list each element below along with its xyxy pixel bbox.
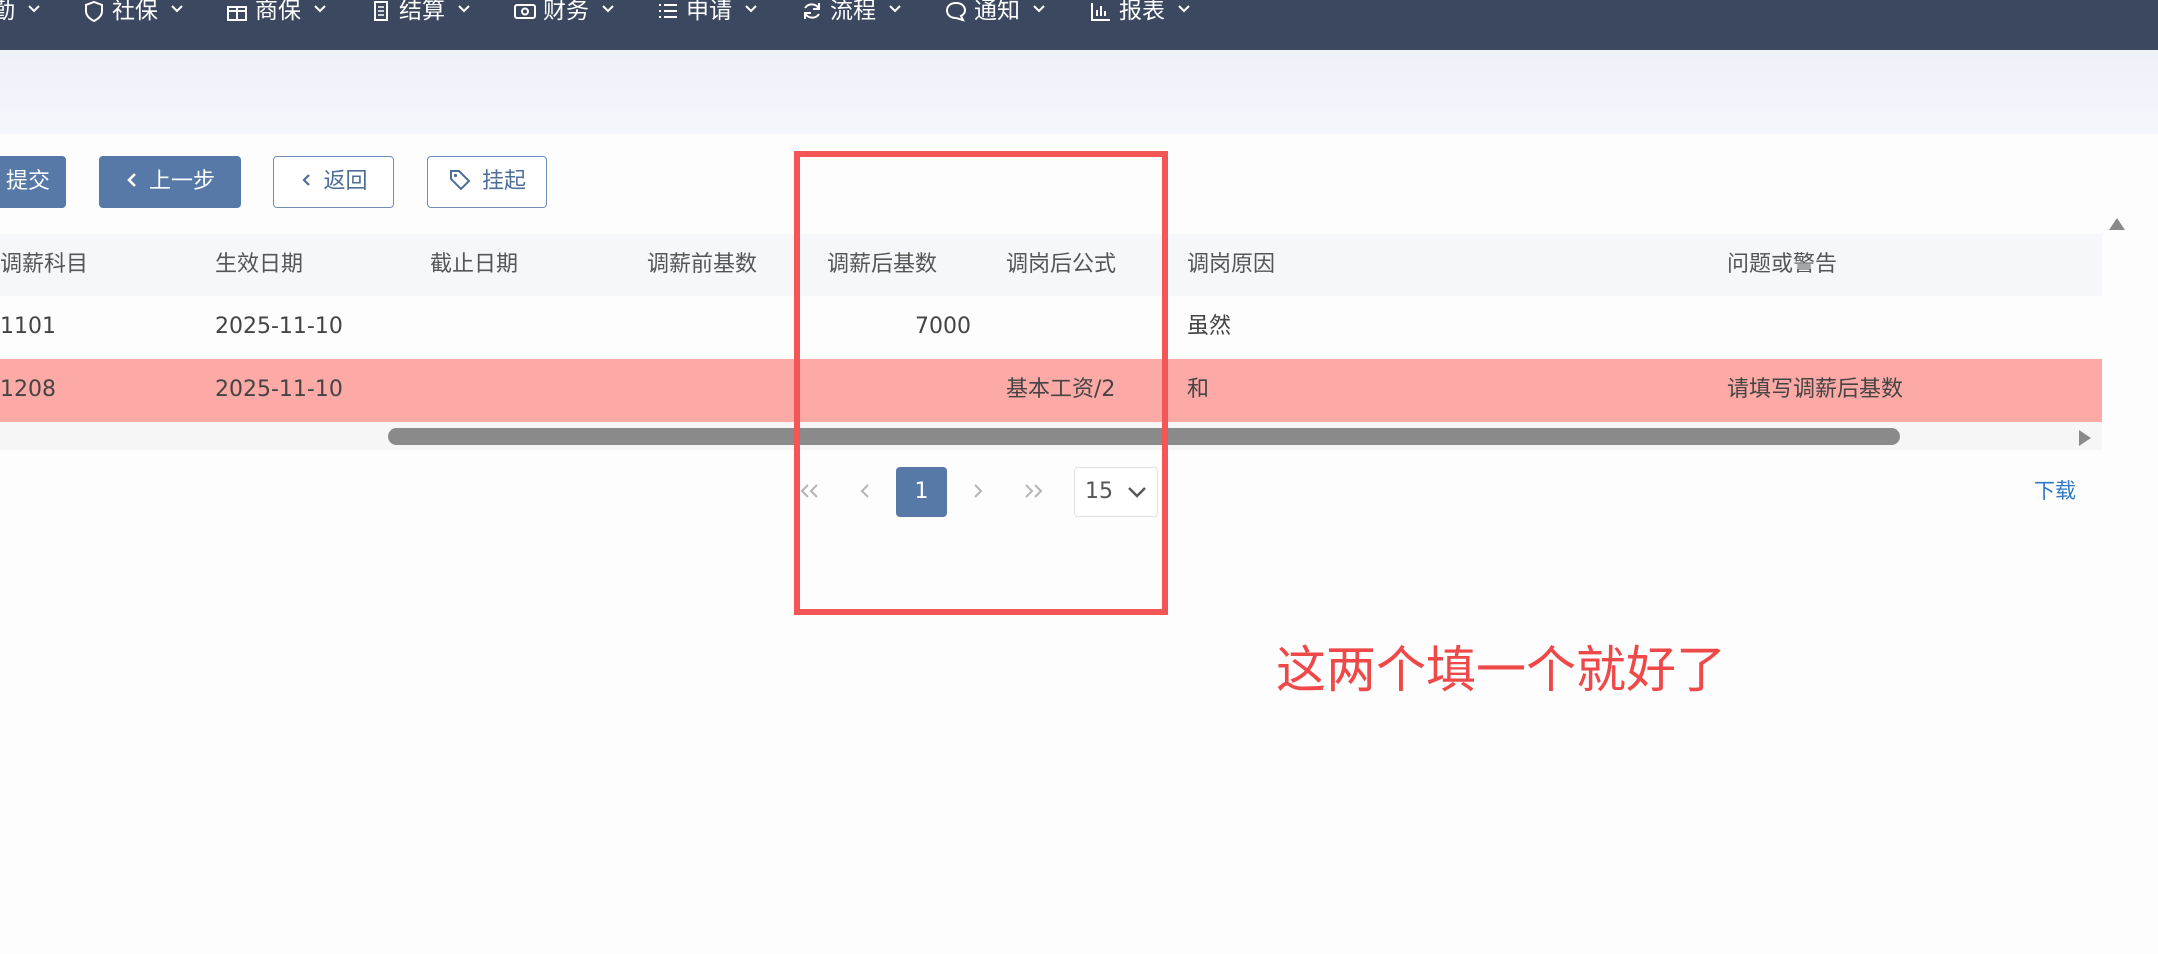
nav-item-finance[interactable]: 财务 xyxy=(513,0,615,24)
column-header-subject[interactable]: 调薪科目 xyxy=(0,234,88,296)
column-header-base-before[interactable]: 调薪前基数 xyxy=(647,234,757,296)
nav-item-label: 商保 xyxy=(255,0,301,24)
column-header-effective-date[interactable]: 生效日期 xyxy=(215,234,303,296)
nav-item-application[interactable]: 申请 xyxy=(656,0,758,24)
chevron-down-icon xyxy=(28,5,40,13)
nav-item-label: 申请 xyxy=(686,0,732,24)
shield-icon xyxy=(85,0,103,22)
nav-item-label: 勤 xyxy=(0,0,15,24)
nav-item-notification[interactable]: 通知 xyxy=(944,0,1046,24)
page-header-band xyxy=(0,50,2158,134)
refresh-icon xyxy=(804,3,820,19)
chevron-down-icon xyxy=(458,5,470,13)
nav-item-commercial-insurance[interactable]: 商保 xyxy=(225,0,327,24)
cell-subject: 1101 xyxy=(0,314,56,339)
column-header-reason[interactable]: 调岗原因 xyxy=(1187,234,1275,296)
cell-subject: 1208 xyxy=(0,377,56,402)
scroll-up-arrow-icon[interactable] xyxy=(2107,216,2127,232)
submit-button-label: 提交 xyxy=(5,169,50,194)
chevron-left-icon xyxy=(302,174,311,186)
annotation-note: 这两个填一个就好了 xyxy=(1276,641,1726,699)
cell-effective-date: 2025-11-10 xyxy=(215,314,343,339)
chevron-down-icon xyxy=(745,5,757,13)
document-icon xyxy=(374,1,388,21)
nav-item-label: 社保 xyxy=(112,0,158,24)
cell-reason: 虽然 xyxy=(1187,314,1232,339)
nav-item-social-security[interactable]: 社保 xyxy=(82,0,184,24)
nav-item-workflow[interactable]: 流程 xyxy=(800,0,902,24)
money-icon xyxy=(514,4,536,19)
nav-item-label: 财务 xyxy=(543,0,589,24)
chat-icon xyxy=(945,1,967,22)
annotation-highlight-box xyxy=(794,151,1168,615)
cell-effective-date: 2025-11-10 xyxy=(215,377,343,402)
prev-step-button[interactable]: 上一步 xyxy=(99,156,241,208)
nav-item-reports[interactable]: 报表 xyxy=(1089,0,1191,24)
chevron-down-icon xyxy=(889,5,901,13)
top-nav-bar: 勤 社保 商保 结算 财务 申请 流程 通知 报表 xyxy=(0,0,2158,50)
prev-step-button-label: 上一步 xyxy=(148,169,215,194)
chevron-down-icon xyxy=(1178,5,1190,13)
download-link[interactable]: 下载 xyxy=(2034,476,2076,506)
chevron-down-icon xyxy=(171,5,183,13)
nav-item-label: 结算 xyxy=(399,0,445,24)
gift-icon xyxy=(227,6,247,21)
scroll-right-arrow-icon[interactable] xyxy=(2077,428,2093,448)
chevron-down-icon xyxy=(1033,5,1045,13)
nav-item-label: 报表 xyxy=(1119,0,1165,24)
back-button-label: 返回 xyxy=(323,169,368,194)
chevron-down-icon xyxy=(314,5,326,13)
nav-item-settlement[interactable]: 结算 xyxy=(369,0,471,24)
bar-chart-icon xyxy=(1091,3,1110,21)
column-header-end-date[interactable]: 截止日期 xyxy=(430,234,518,296)
nav-item-label: 通知 xyxy=(974,0,1020,24)
chevron-left-icon xyxy=(127,173,136,187)
tag-icon xyxy=(449,170,471,191)
back-button[interactable]: 返回 xyxy=(273,156,394,208)
list-icon xyxy=(659,4,677,18)
chevron-down-icon xyxy=(602,5,614,13)
suspend-button-label: 挂起 xyxy=(481,169,526,194)
submit-button[interactable]: 提交 xyxy=(0,156,66,208)
column-header-warning[interactable]: 问题或警告 xyxy=(1727,234,1837,296)
nav-item-label: 流程 xyxy=(830,0,876,24)
cell-warning: 请填写调薪后基数 xyxy=(1727,377,1904,402)
suspend-button[interactable]: 挂起 xyxy=(427,156,547,208)
nav-item-attendance[interactable]: 勤 xyxy=(0,0,41,24)
cell-reason: 和 xyxy=(1187,377,1210,402)
